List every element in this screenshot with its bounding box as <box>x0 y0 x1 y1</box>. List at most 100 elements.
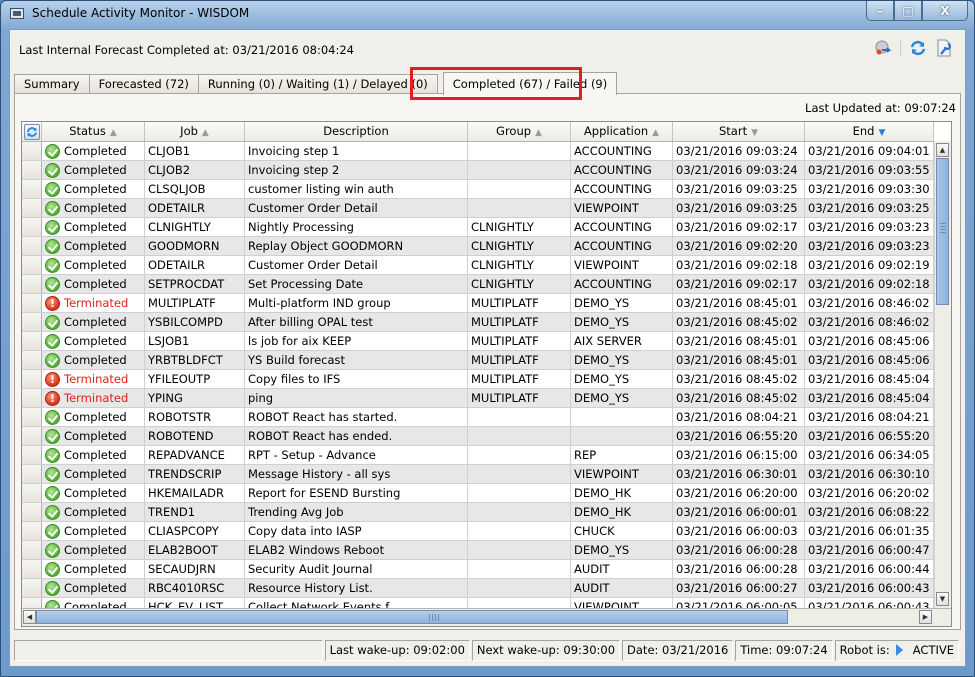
table-row[interactable]: Completed YSBILCOMPD After billing OPAL te… <box>22 313 934 332</box>
cell-end: 03/21/2016 08:46:02 <box>805 294 934 312</box>
row-header[interactable] <box>22 180 42 198</box>
title-bar[interactable]: Schedule Activity Monitor - WISDOM – □ X <box>1 1 974 27</box>
column-header-application[interactable]: Application ▲ <box>571 122 673 141</box>
refresh-icon[interactable] <box>909 39 927 57</box>
table-row[interactable]: Completed TRENDSCRIP Message History - all… <box>22 465 934 484</box>
cell-group: CLNIGHTLY <box>468 218 571 236</box>
close-button[interactable]: X <box>922 1 968 21</box>
row-header[interactable] <box>22 199 42 217</box>
row-header[interactable] <box>22 446 42 464</box>
cell-end: 03/21/2016 08:45:06 <box>805 351 934 369</box>
status-text: Terminated <box>64 372 129 386</box>
table-row[interactable]: Completed LSJOB1 ls job for aix KEEP MULTIP… <box>22 332 934 351</box>
vertical-scroll-thumb[interactable] <box>936 158 949 305</box>
table-row[interactable]: Completed CLIASPCOPY Copy data into IASP CH… <box>22 522 934 541</box>
horizontal-scrollbar[interactable]: ◀ ▶ <box>22 608 951 626</box>
cell-end: 03/21/2016 06:01:35 <box>805 522 934 540</box>
table-row[interactable]: ! Terminated YPING ping MULTIPLATF DEMO_YS 03/… <box>22 389 934 408</box>
sort-asc-icon: ▲ <box>201 128 209 138</box>
column-header-group[interactable]: Group ▲ <box>468 122 571 141</box>
column-header-description[interactable]: Description <box>245 122 468 141</box>
row-header[interactable] <box>22 427 42 445</box>
cell-status: ! Terminated <box>42 389 145 407</box>
cell-description: Replay Object GOODMORN <box>245 237 468 255</box>
scroll-right-button[interactable]: ▶ <box>919 610 932 624</box>
table-row[interactable]: Completed ODETAILR Customer Order Detail CL… <box>22 256 934 275</box>
scroll-up-button[interactable]: ▲ <box>936 143 949 157</box>
maximize-button[interactable]: □ <box>894 1 922 21</box>
tab-running-waiting-delayed[interactable]: Running (0) / Waiting (1) / Delayed (0) <box>197 74 438 94</box>
row-header[interactable] <box>22 522 42 540</box>
scroll-left-button[interactable]: ◀ <box>23 610 36 624</box>
table-row[interactable]: Completed REPADVANCE RPT - Setup - Advance… <box>22 446 934 465</box>
table-row[interactable]: Completed ROBOTEND ROBOT React has ended. 0… <box>22 427 934 446</box>
tab-summary[interactable]: Summary <box>14 74 90 94</box>
table-row[interactable]: ! Terminated YFILEOUTP Copy files to IFS MUL… <box>22 370 934 389</box>
table-row[interactable]: Completed CLJOB1 Invoicing step 1 ACCOUNTIN… <box>22 142 934 161</box>
check-circle-icon <box>45 561 60 577</box>
cell-application: VIEWPOINT <box>571 199 673 217</box>
row-header[interactable] <box>22 503 42 521</box>
row-header[interactable] <box>22 294 42 312</box>
scroll-down-button[interactable]: ▼ <box>936 592 949 606</box>
row-header[interactable] <box>22 484 42 502</box>
cell-group <box>468 579 571 597</box>
row-header[interactable] <box>22 541 42 559</box>
status-text: Completed <box>64 543 127 557</box>
row-header[interactable] <box>22 370 42 388</box>
table-row[interactable]: Completed ODETAILR Customer Order Detail VI… <box>22 199 934 218</box>
row-header[interactable] <box>22 465 42 483</box>
cell-start: 03/21/2016 08:04:21 <box>673 408 805 426</box>
cell-status: ! Terminated <box>42 294 145 312</box>
row-header[interactable] <box>22 408 42 426</box>
row-header[interactable] <box>22 332 42 350</box>
table-row[interactable]: Completed CLSQLJOB customer listing win au… <box>22 180 934 199</box>
refresh-grid-button[interactable] <box>23 123 40 140</box>
horizontal-scroll-thumb[interactable] <box>36 610 788 624</box>
column-header-job[interactable]: Job ▲ <box>145 122 245 141</box>
status-last-wakeup: Last wake-up: 09:02:00 <box>324 640 470 661</box>
row-header[interactable] <box>22 389 42 407</box>
robot-status-icon[interactable] <box>874 39 892 57</box>
table-row[interactable]: Completed YRBTBLDFCT YS Build forecast MULT… <box>22 351 934 370</box>
status-text: Completed <box>64 581 127 595</box>
cell-end: 03/21/2016 06:34:05 <box>805 446 934 464</box>
cell-description: Customer Order Detail <box>245 199 468 217</box>
row-header[interactable] <box>22 142 42 160</box>
minimize-button[interactable]: – <box>866 1 894 21</box>
row-header[interactable] <box>22 256 42 274</box>
scroll-up-icon: ▲ <box>939 146 946 154</box>
settings-document-icon[interactable] <box>935 39 953 57</box>
table-row[interactable]: Completed RBC4010RSC Resource History List… <box>22 579 934 598</box>
table-row[interactable]: Completed ROBOTSTR ROBOT React has started… <box>22 408 934 427</box>
table-row[interactable]: Completed TREND1 Trending Avg Job DEMO_HK 03… <box>22 503 934 522</box>
cell-description: Resource History List. <box>245 579 468 597</box>
row-header[interactable] <box>22 218 42 236</box>
column-header-status[interactable]: Status ▲ <box>42 122 145 141</box>
row-header[interactable] <box>22 560 42 578</box>
status-text: Completed <box>64 486 127 500</box>
cell-application: AUDIT <box>571 560 673 578</box>
table-row[interactable]: Completed CLNIGHTLY Nightly Processing CLNI… <box>22 218 934 237</box>
refresh-icon <box>26 126 37 137</box>
table-row[interactable]: ! Terminated MULTIPLATF Multi-platform IND … <box>22 294 934 313</box>
row-header[interactable] <box>22 351 42 369</box>
row-header[interactable] <box>22 161 42 179</box>
table-row[interactable]: Completed CLJOB2 Invoicing step 2 ACCOUNTIN… <box>22 161 934 180</box>
tab-forecasted[interactable]: Forecasted (72) <box>88 74 199 94</box>
cell-status: Completed <box>42 541 145 559</box>
cell-start: 03/21/2016 06:55:20 <box>673 427 805 445</box>
row-header[interactable] <box>22 579 42 597</box>
row-header[interactable] <box>22 275 42 293</box>
column-header-start[interactable]: Start ▼ <box>673 122 805 141</box>
table-row[interactable]: Completed ELAB2BOOT ELAB2 Windows Reboot DE… <box>22 541 934 560</box>
table-row[interactable]: Completed GOODMORN Replay Object GOODMORN C… <box>22 237 934 256</box>
table-row[interactable]: Completed HKEMAILADR Report for ESEND Burs… <box>22 484 934 503</box>
row-header[interactable] <box>22 313 42 331</box>
table-row[interactable]: Completed SETPROCDAT Set Processing Date CL… <box>22 275 934 294</box>
vertical-scrollbar[interactable]: ▲ ▼ <box>934 141 951 608</box>
column-header-end[interactable]: End ▼ <box>805 122 934 141</box>
table-row[interactable]: Completed SECAUDJRN Security Audit Journal… <box>22 560 934 579</box>
cell-group: MULTIPLATF <box>468 332 571 350</box>
row-header[interactable] <box>22 237 42 255</box>
